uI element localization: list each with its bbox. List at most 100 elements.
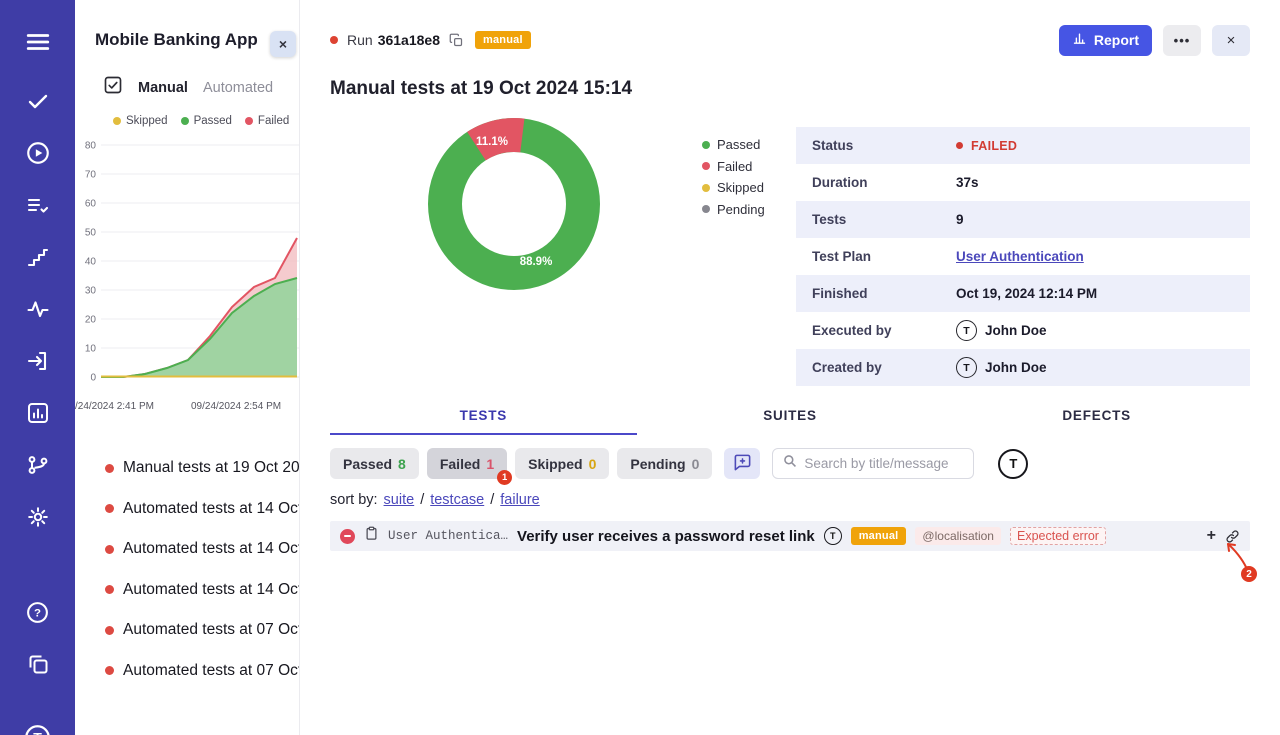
search-box	[772, 448, 974, 479]
error-message-tag[interactable]: Expected error	[1010, 527, 1106, 545]
menu-icon[interactable]	[23, 27, 53, 57]
comment-filter-button[interactable]	[724, 448, 760, 479]
filter-skipped-count: 0	[589, 456, 597, 472]
play-circle-icon[interactable]	[23, 138, 53, 168]
avatar: T	[956, 357, 977, 378]
git-branch-icon[interactable]	[23, 450, 53, 480]
failed-run-dot	[105, 666, 114, 675]
skipped-dot	[702, 184, 710, 192]
run-item-label: Manual tests at 19 Oct 2024	[123, 459, 299, 477]
app-window: ? T Mobile Banking App × Manual Automate…	[0, 0, 1280, 735]
legend-pending: Pending	[702, 199, 765, 221]
trend-chart-legend: Skipped Passed Failed	[75, 100, 299, 127]
project-panel: Mobile Banking App × Manual Automated Sk…	[75, 0, 300, 735]
legend-pending-label: Pending	[717, 202, 765, 217]
run-details-table: Status FAILED Duration 37s Tests 9 Test …	[796, 127, 1250, 386]
comment-plus-icon	[733, 453, 752, 475]
manual-badge: manual	[851, 527, 907, 545]
run-list: Manual tests at 19 Oct 2024 Automated te…	[75, 422, 299, 691]
results-donut-chart: 11.1% 88.9%	[426, 116, 602, 292]
panel-tabs: Manual Automated	[75, 50, 299, 100]
task-list-icon[interactable]	[23, 190, 53, 220]
steps-icon[interactable]	[23, 242, 53, 272]
run-topbar: Run 361a18e8 manual Report ••• ×	[300, 0, 1280, 66]
test-row[interactable]: User Authentica… Verify user receives a …	[330, 521, 1250, 551]
test-plan-link[interactable]: User Authentication	[956, 249, 1084, 264]
filter-pending-button[interactable]: Pending 0	[617, 448, 712, 479]
sort-by-testcase-link[interactable]: testcase	[430, 492, 484, 508]
run-list-item[interactable]: Automated tests at 14 Oct 2	[105, 489, 299, 530]
y-tick: 10	[85, 344, 97, 355]
bar-chart-icon[interactable]	[23, 398, 53, 428]
copy-icon[interactable]	[449, 33, 464, 48]
tab-suites[interactable]: SUITES	[637, 408, 944, 435]
check-icon[interactable]	[23, 86, 53, 116]
manual-badge: manual	[475, 31, 531, 49]
filters-toolbar: Passed 8 Failed 1 1 Skipped 0 Pending 0	[330, 448, 1250, 479]
help-icon[interactable]: ?	[23, 597, 53, 627]
main-sidebar: ? T	[0, 0, 75, 735]
avatar: T	[824, 527, 842, 545]
sort-by-suite-link[interactable]: suite	[384, 492, 415, 508]
filter-skipped-button[interactable]: Skipped 0	[515, 448, 609, 479]
app-logo-icon[interactable]: T	[23, 722, 53, 735]
report-button[interactable]: Report	[1059, 25, 1152, 56]
run-list-item[interactable]: Automated tests at 07 Oct 2	[105, 610, 299, 651]
report-chart-icon	[1072, 31, 1087, 49]
test-title[interactable]: Verify user receives a password reset li…	[517, 528, 815, 545]
executed-by-label: Executed by	[812, 323, 956, 338]
detail-row-tests: Tests 9	[796, 201, 1250, 238]
run-list-item[interactable]: Automated tests at 07 Oct 2	[105, 651, 299, 692]
more-options-button[interactable]: •••	[1163, 25, 1201, 56]
suite-name[interactable]: User Authentica…	[388, 529, 508, 543]
filter-failed-label: Failed	[440, 456, 480, 472]
permalink-icon[interactable]	[1225, 529, 1240, 544]
activity-icon[interactable]	[23, 294, 53, 324]
filter-pending-label: Pending	[630, 456, 685, 472]
sign-in-icon[interactable]	[23, 346, 53, 376]
sort-by-failure-link[interactable]: failure	[500, 492, 540, 508]
sort-separator: /	[420, 492, 424, 508]
filter-passed-button[interactable]: Passed 8	[330, 448, 419, 479]
avatar: T	[956, 320, 977, 341]
tab-defects[interactable]: DEFECTS	[943, 408, 1250, 435]
filter-failed-button[interactable]: Failed 1 1	[427, 448, 507, 479]
result-tabs: TESTS SUITES DEFECTS	[330, 408, 1250, 435]
run-item-label: Automated tests at 07 Oct 2	[123, 662, 299, 680]
sort-row: sort by: suite / testcase / failure	[330, 492, 540, 508]
sort-separator: /	[490, 492, 494, 508]
report-check-icon	[103, 75, 123, 100]
svg-text:T: T	[33, 729, 42, 735]
y-tick: 40	[85, 257, 97, 268]
close-run-button[interactable]: ×	[1212, 25, 1250, 56]
panel-close-button[interactable]: ×	[270, 31, 296, 57]
run-list-item[interactable]: Automated tests at 14 Oct 2	[105, 529, 299, 570]
copy-pages-icon[interactable]	[23, 649, 53, 679]
legend-passed: Passed	[181, 115, 232, 127]
project-title: Mobile Banking App	[95, 30, 299, 50]
failed-run-dot	[105, 626, 114, 635]
y-tick: 30	[85, 286, 97, 297]
run-list-item[interactable]: Automated tests at 14 Oct 2	[105, 570, 299, 611]
localisation-tag[interactable]: @localisation	[915, 527, 1001, 545]
pending-dot	[702, 205, 710, 213]
report-button-label: Report	[1094, 32, 1139, 48]
gear-icon[interactable]	[23, 502, 53, 532]
detail-row-status: Status FAILED	[796, 127, 1250, 164]
search-input[interactable]	[804, 456, 963, 471]
tab-manual[interactable]: Manual	[138, 80, 188, 96]
legend-skipped: Skipped	[113, 115, 168, 127]
tab-tests[interactable]: TESTS	[330, 408, 637, 435]
detail-row-created-by: Created by TJohn Doe	[796, 349, 1250, 386]
add-icon[interactable]: +	[1207, 528, 1216, 544]
sort-by-label: sort by:	[330, 492, 378, 508]
user-avatar[interactable]: T	[998, 449, 1028, 479]
donut-passed-slice	[445, 135, 583, 273]
passed-percent-label: 88.9%	[520, 256, 553, 268]
failed-test-icon	[340, 529, 355, 544]
filter-passed-label: Passed	[343, 456, 392, 472]
detail-row-executed-by: Executed by TJohn Doe	[796, 312, 1250, 349]
y-tick: 70	[85, 170, 97, 181]
tab-automated[interactable]: Automated	[203, 80, 273, 96]
run-list-item[interactable]: Manual tests at 19 Oct 2024	[105, 448, 299, 489]
